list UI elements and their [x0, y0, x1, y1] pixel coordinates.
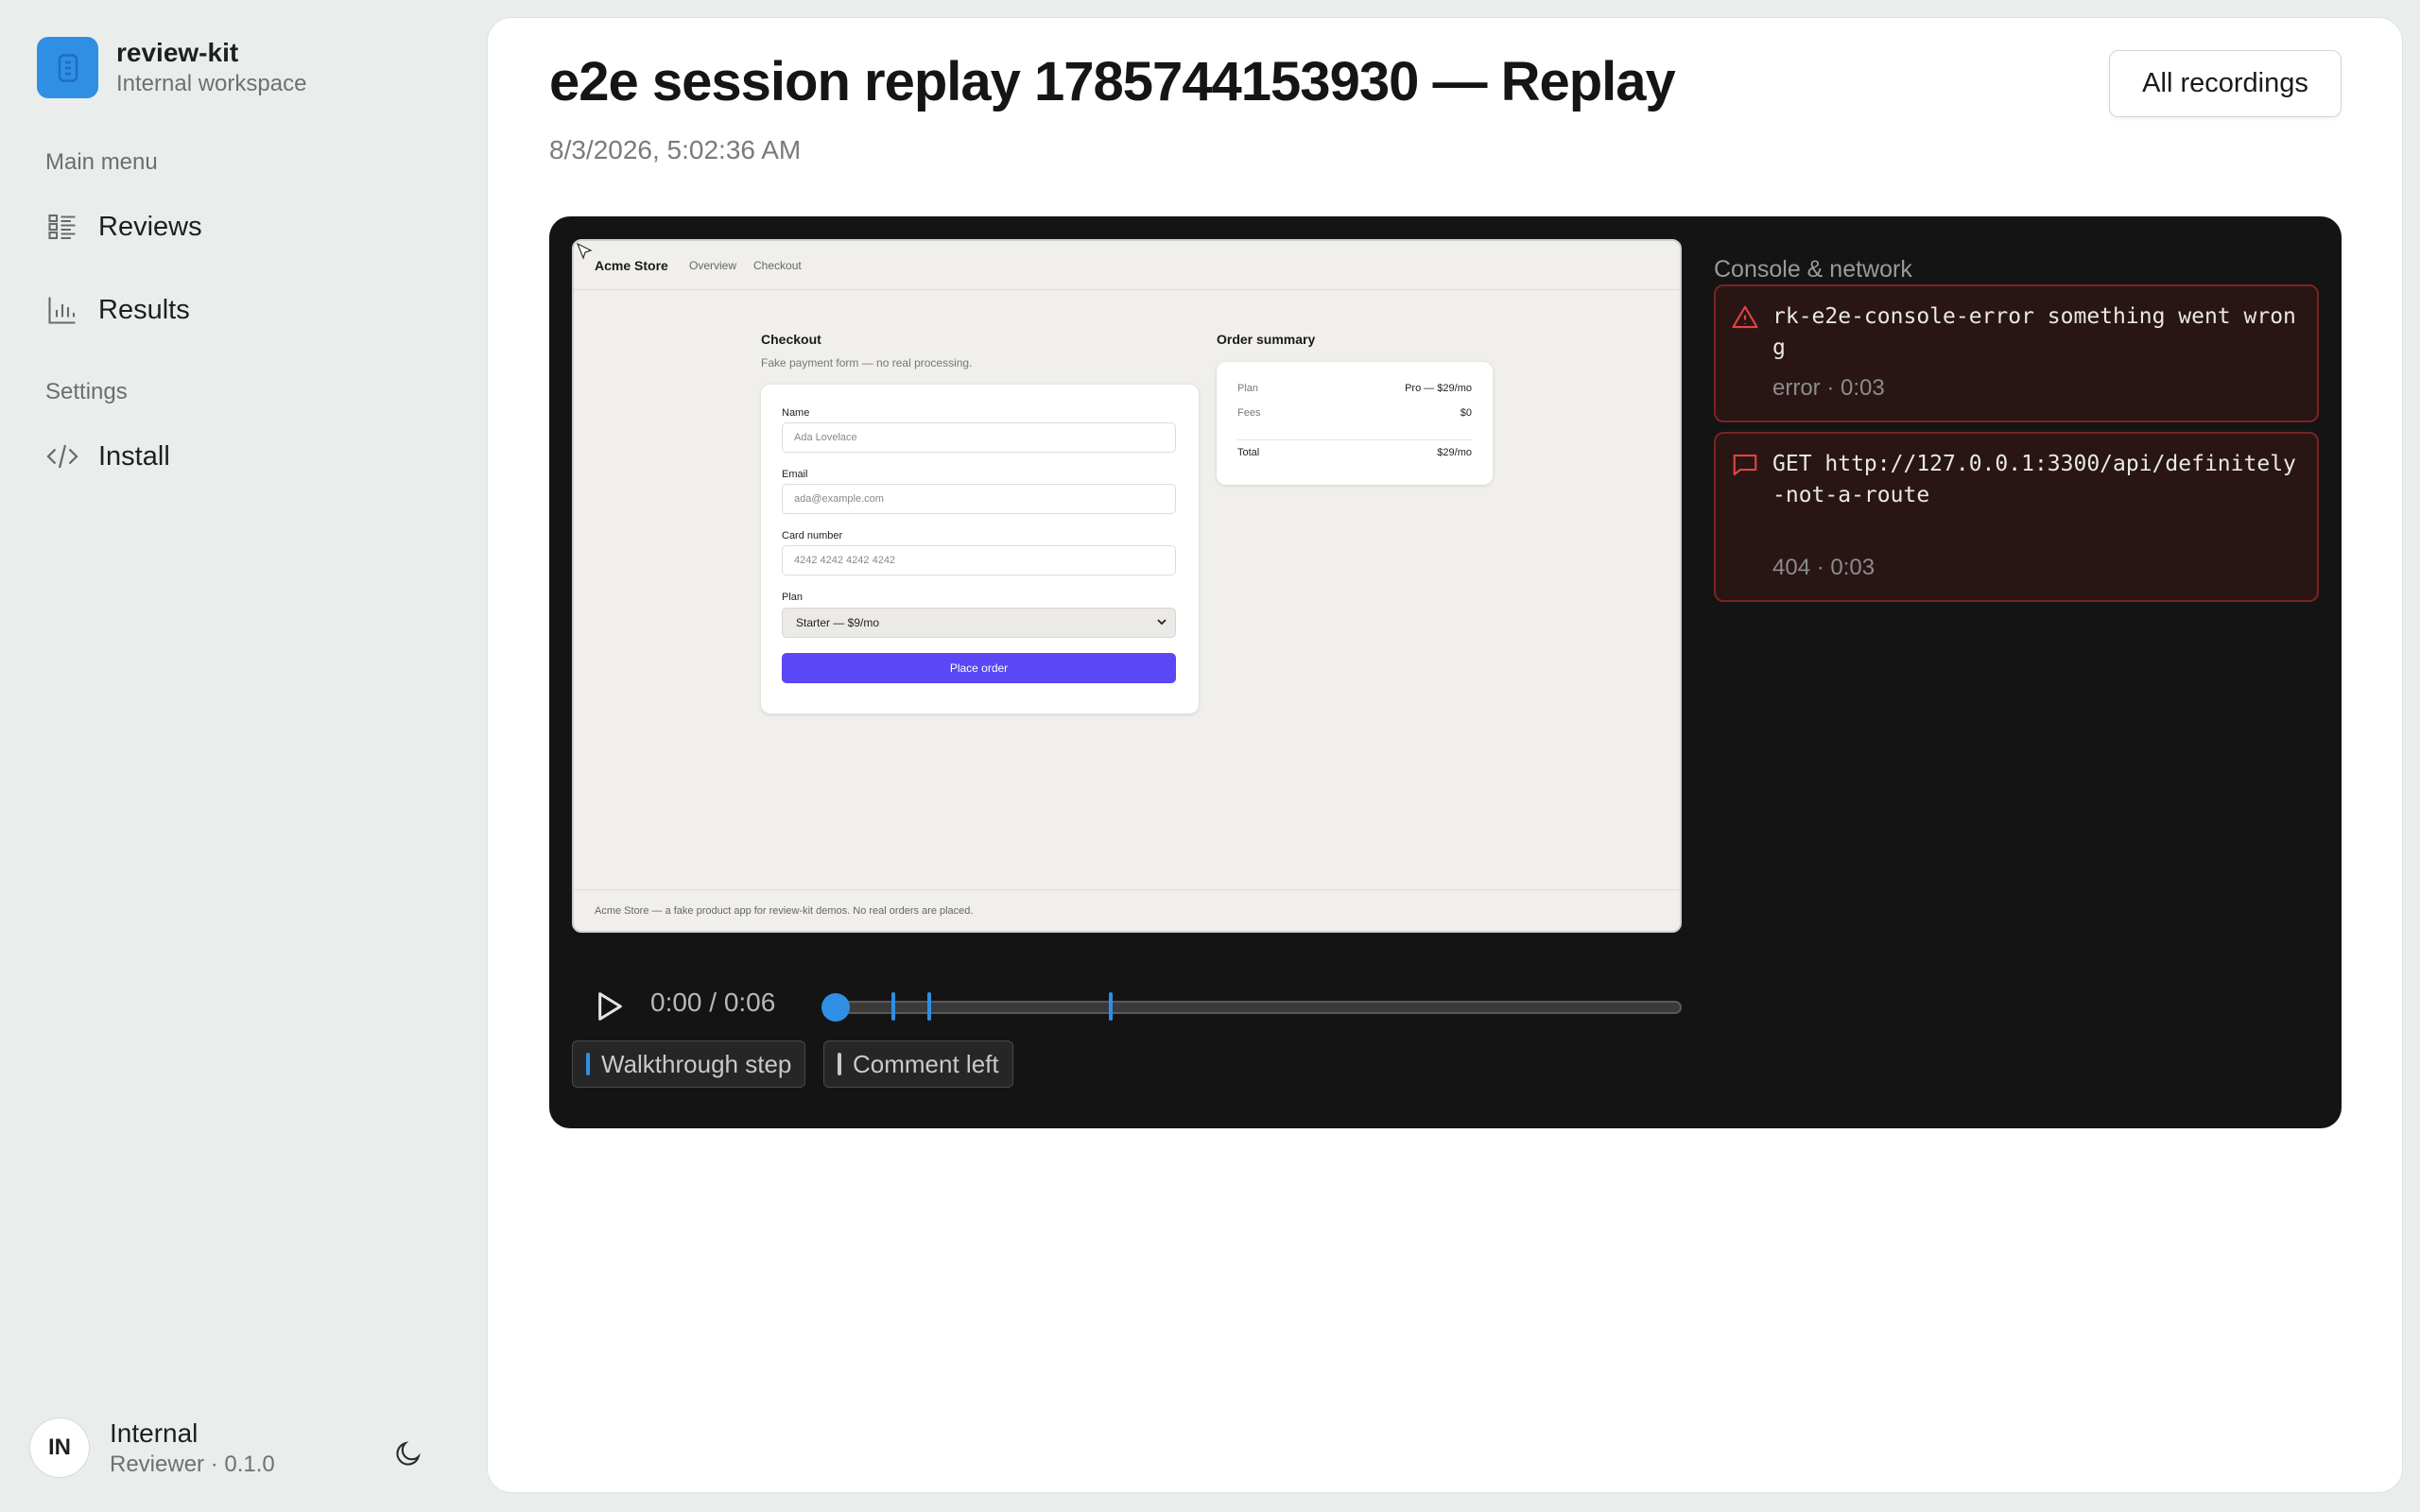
console-entry-network[interactable]: GET http://127.0.0.1:3300/api/definitely…: [1714, 432, 2319, 602]
sidebar: review-kit Internal workspace Main menu …: [0, 0, 487, 1512]
replay-navbar: Acme Store Overview Checkout: [574, 241, 1680, 290]
store-name: Acme Store: [595, 258, 668, 273]
summary-total-value: $29/mo: [1437, 447, 1472, 458]
sidebar-item-reviews[interactable]: Reviews: [45, 206, 202, 248]
card-number-label: Card number: [782, 530, 843, 541]
moon-icon: [396, 1441, 421, 1466]
play-button[interactable]: [589, 988, 627, 1025]
sidebar-item-results[interactable]: Results: [45, 289, 190, 331]
avatar: IN: [29, 1418, 90, 1479]
timeline-thumb[interactable]: [821, 993, 850, 1022]
legend-walkthrough-step[interactable]: Walkthrough step: [572, 1040, 806, 1088]
summary-plan-label: Plan: [1237, 383, 1259, 394]
sidebar-item-install[interactable]: Install: [45, 436, 170, 477]
legend-label: Walkthrough step: [601, 1049, 792, 1078]
footer-text: Acme Store — a fake product app for revi…: [595, 905, 974, 917]
summary-row-plan: Plan Pro — $29/mo: [1237, 383, 1472, 394]
email-field[interactable]: ada@example.com: [782, 484, 1176, 514]
page-title: e2e session replay 1785744153930 — Repla…: [549, 51, 1676, 112]
order-summary-title: Order summary: [1217, 332, 1316, 347]
nav-link-overview[interactable]: Overview: [689, 259, 736, 272]
summary-total-label: Total: [1237, 447, 1260, 458]
settings-label: Settings: [45, 379, 128, 404]
console-message: rk-e2e-console-error something went wron…: [1772, 304, 2296, 360]
console-entry-error[interactable]: rk-e2e-console-error something went wron…: [1714, 284, 2319, 422]
brand-logo-icon: [37, 37, 98, 98]
checkout-title: Checkout: [761, 332, 821, 347]
replay-player: Acme Store Overview Checkout Checkout Fa…: [549, 216, 2342, 1128]
order-summary-card: Plan Pro — $29/mo Fees $0 Total $29/mo: [1217, 362, 1493, 485]
user-role: Reviewer · 0.1.0: [110, 1451, 275, 1477]
code-icon: [46, 444, 78, 469]
bar-chart-icon: [48, 297, 76, 324]
legend-swatch: [838, 1053, 841, 1075]
name-label: Name: [782, 407, 810, 419]
card-number-field[interactable]: 4242 4242 4242 4242: [782, 545, 1176, 576]
timeline-scrubber[interactable]: [833, 1001, 1682, 1014]
main-menu-label: Main menu: [45, 149, 158, 175]
replay-viewport[interactable]: Acme Store Overview Checkout Checkout Fa…: [572, 239, 1682, 933]
all-recordings-button[interactable]: All recordings: [2109, 50, 2342, 117]
user-profile[interactable]: IN Internal Reviewer · 0.1.0: [29, 1418, 275, 1479]
plan-select[interactable]: Starter — $9/mo: [782, 608, 1176, 638]
console-title: Console & network: [1714, 256, 1912, 283]
legend-comment-left[interactable]: Comment left: [823, 1040, 1013, 1088]
chevron-down-icon: [1157, 619, 1167, 626]
checkout-form-card: Name Ada Lovelace Email ada@example.com …: [761, 385, 1199, 713]
main-panel: e2e session replay 1785744153930 — Repla…: [487, 17, 2403, 1493]
place-order-button[interactable]: Place order: [782, 653, 1176, 683]
console-meta: error · 0:03: [1772, 375, 1885, 401]
console-meta: 404 · 0:03: [1772, 555, 1876, 580]
summary-row-total: Total $29/mo: [1237, 447, 1472, 458]
sidebar-item-label: Results: [98, 294, 190, 325]
warning-triangle-icon: [1732, 305, 1758, 329]
sidebar-item-label: Install: [98, 440, 170, 472]
checkout-subtitle: Fake payment form — no real processing.: [761, 356, 973, 369]
timeline-marker[interactable]: [1109, 992, 1113, 1021]
timeline-marker[interactable]: [891, 992, 895, 1021]
message-icon: [1733, 454, 1757, 476]
brand-subtitle: Internal workspace: [116, 70, 307, 96]
play-icon: [598, 992, 622, 1021]
replay-footer: Acme Store — a fake product app for revi…: [574, 889, 1680, 931]
playback-time: 0:00 / 0:06: [650, 988, 776, 1017]
theme-toggle-button[interactable]: [389, 1435, 427, 1472]
summary-row-fees: Fees $0: [1237, 407, 1472, 419]
brand-name: review-kit: [116, 38, 239, 68]
summary-fees-label: Fees: [1237, 407, 1261, 419]
plan-label: Plan: [782, 592, 804, 603]
recording-date: 8/3/2026, 5:02:36 AM: [549, 135, 802, 164]
plan-select-value: Starter — $9/mo: [796, 616, 880, 629]
console-message: GET http://127.0.0.1:3300/api/definitely…: [1772, 452, 2296, 507]
nav-link-checkout[interactable]: Checkout: [753, 259, 802, 272]
legend-label: Comment left: [853, 1049, 999, 1078]
name-field[interactable]: Ada Lovelace: [782, 422, 1176, 453]
list-icon: [48, 214, 76, 240]
email-label: Email: [782, 469, 808, 480]
legend-swatch: [586, 1053, 590, 1075]
user-name: Internal: [110, 1418, 199, 1448]
sidebar-item-label: Reviews: [98, 211, 202, 242]
summary-fees-value: $0: [1460, 407, 1472, 419]
timeline-marker[interactable]: [927, 992, 931, 1021]
summary-plan-value: Pro — $29/mo: [1405, 383, 1472, 394]
summary-divider: [1237, 439, 1472, 440]
brand[interactable]: review-kit Internal workspace: [37, 37, 306, 98]
